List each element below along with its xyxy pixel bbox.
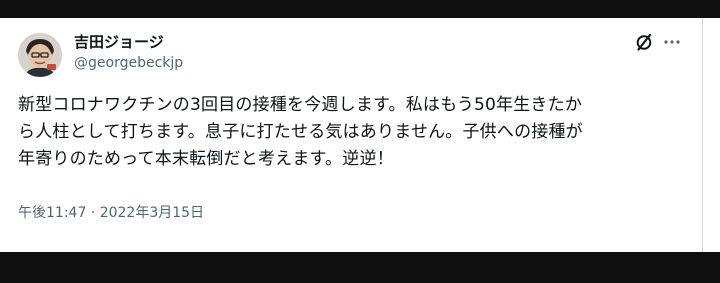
tweet-text-line: 年寄りのためって本末転倒だと考えます。逆逆！ xyxy=(18,149,394,169)
tweet-timestamp[interactable]: 午後11:47 · 2022年3月15日 xyxy=(18,202,204,222)
avatar-portrait-icon xyxy=(18,33,62,77)
avatar[interactable] xyxy=(18,33,62,77)
author-handle[interactable]: @georgebeckjp xyxy=(74,55,183,71)
author-display-name[interactable]: 吉田ジョージ xyxy=(74,31,164,52)
more-options-icon[interactable] xyxy=(662,32,682,52)
grok-icon[interactable] xyxy=(634,32,654,52)
top-dark-bar xyxy=(0,0,720,18)
tweet-text-line: ら人柱として打ちます。息子に打たせる気はありません。子供への接種が xyxy=(18,122,583,142)
tweet-text-line: 新型コロナワクチンの3回目の接種を今週します。私はもう50年生きたか xyxy=(18,95,583,115)
bottom-dark-bar xyxy=(0,252,720,283)
tweet-text: 新型コロナワクチンの3回目の接種を今週します。私はもう50年生きたか ら人柱とし… xyxy=(18,92,690,173)
right-white-strip xyxy=(703,18,720,252)
tweet-card[interactable]: 吉田ジョージ @georgebeckjp 新型コロナワクチンの3回目の接種を今週… xyxy=(0,18,703,252)
